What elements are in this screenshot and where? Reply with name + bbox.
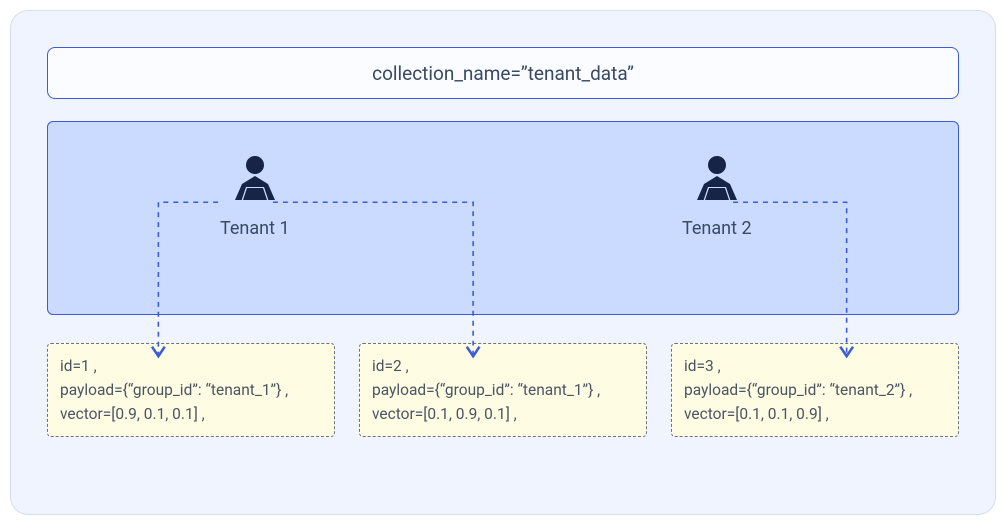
collection-header: collection_name=”tenant_data” xyxy=(47,47,959,99)
record-id: id=3 , xyxy=(684,354,946,378)
record-vector: vector=[0.1, 0.9, 0.1] , xyxy=(372,402,634,426)
record-3: id=3 , payload={“group_id”: “tenant_2”} … xyxy=(671,343,959,437)
record-id: id=1 , xyxy=(60,354,322,378)
record-2: id=2 , payload={“group_id”: “tenant_1”} … xyxy=(359,343,647,437)
record-1: id=1 , payload={“group_id”: “tenant_1”} … xyxy=(47,343,335,437)
tenant-area: Tenant 1 Tenant 2 xyxy=(47,121,959,315)
tenant-2: Tenant 2 xyxy=(682,154,752,239)
records-row: id=1 , payload={“group_id”: “tenant_1”} … xyxy=(47,343,959,437)
record-vector: vector=[0.9, 0.1, 0.1] , xyxy=(60,402,322,426)
user-laptop-icon xyxy=(228,154,282,204)
record-vector: vector=[0.1, 0.1, 0.9] , xyxy=(684,402,946,426)
tenant-2-label: Tenant 2 xyxy=(682,218,752,239)
record-payload: payload={“group_id”: “tenant_1”} , xyxy=(372,378,634,402)
tenant-1: Tenant 1 xyxy=(220,154,290,239)
record-id: id=2 , xyxy=(372,354,634,378)
record-payload: payload={“group_id”: “tenant_1”} , xyxy=(60,378,322,402)
record-payload: payload={“group_id”: “tenant_2”} , xyxy=(684,378,946,402)
diagram-container: collection_name=”tenant_data” Tenant 1 xyxy=(10,10,996,515)
user-laptop-icon xyxy=(690,154,744,204)
tenant-1-label: Tenant 1 xyxy=(220,218,290,239)
collection-label: collection_name=”tenant_data” xyxy=(372,62,634,85)
